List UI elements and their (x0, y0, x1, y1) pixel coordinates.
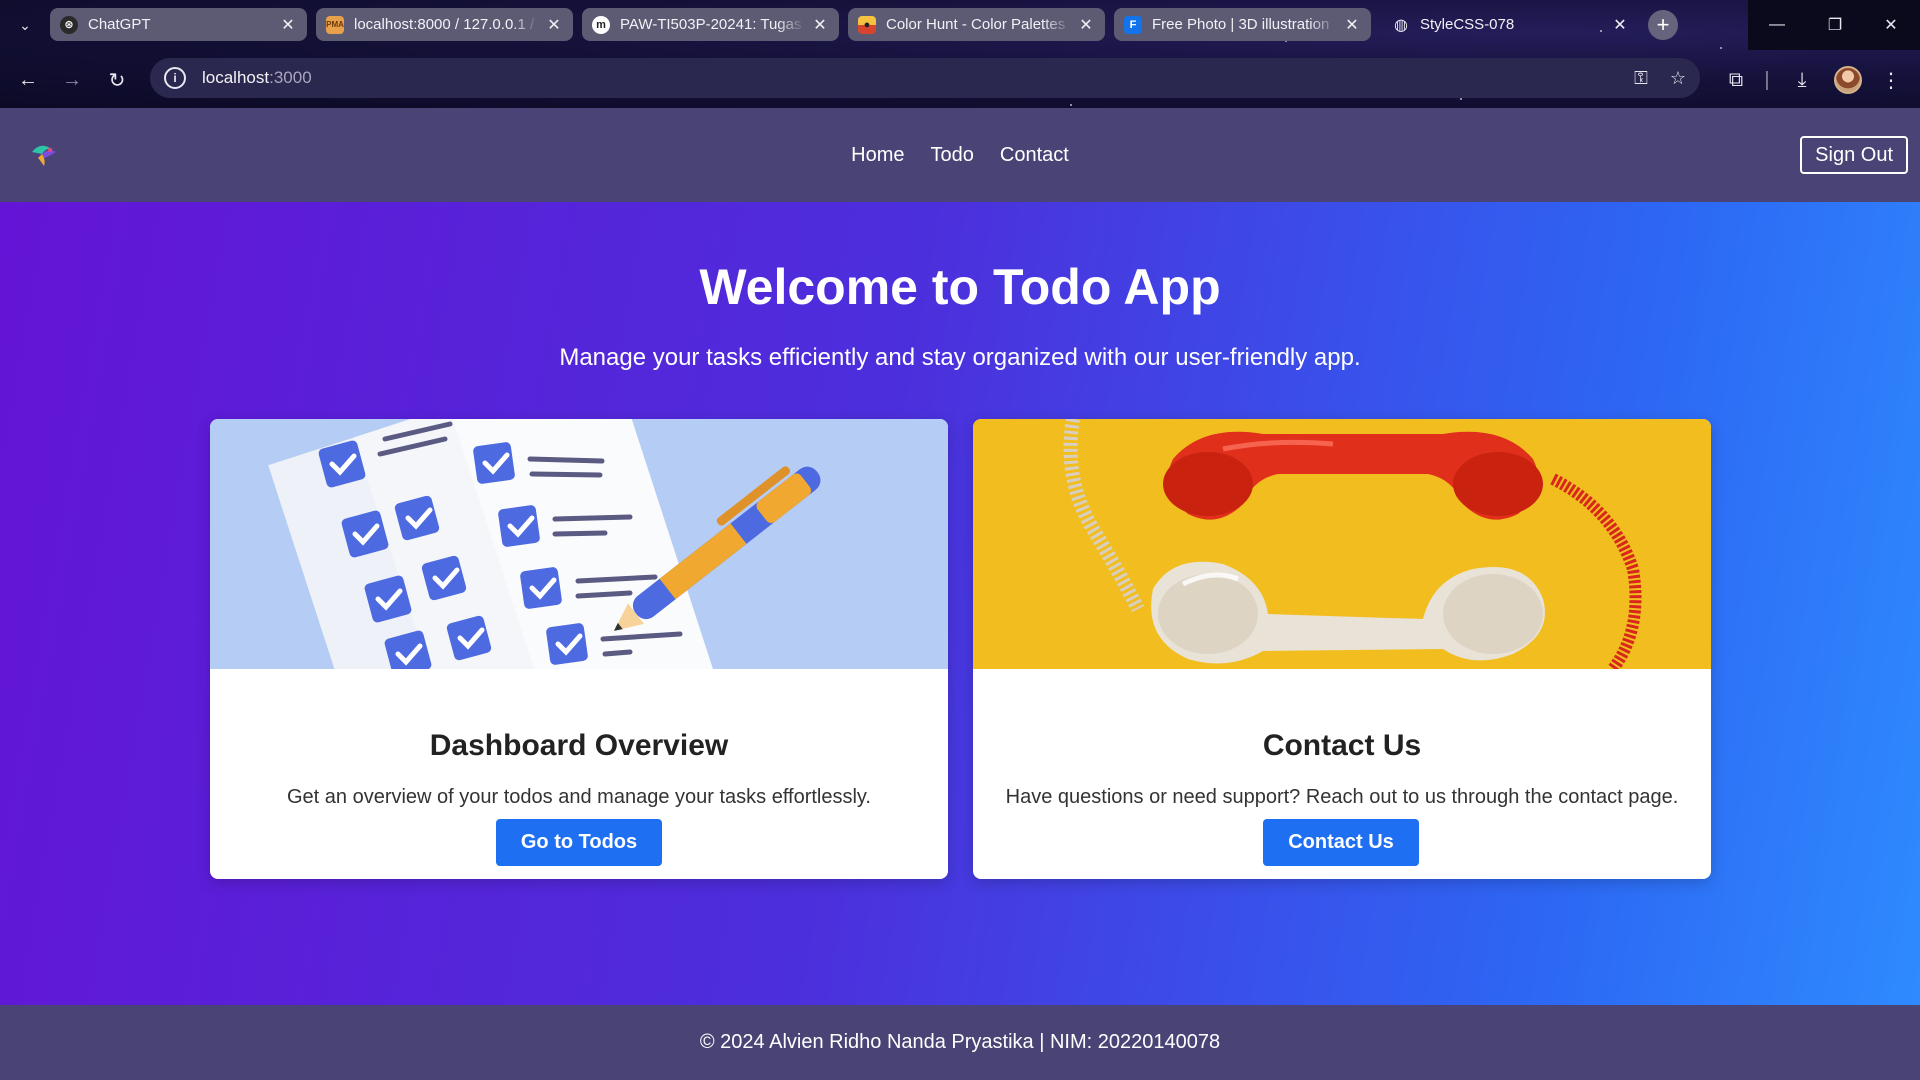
chatgpt-icon: ⊛ (60, 15, 78, 34)
browser-menu-icon[interactable]: ⋮ (1876, 62, 1906, 98)
web-page: Home Todo Contact Sign Out Welcome to To… (0, 108, 1920, 1080)
tab-strip: ⌄ ⊛ ChatGPT ✕ PMA localhost:8000 / 127.0… (0, 0, 1920, 50)
card-title: Dashboard Overview (429, 729, 729, 762)
minimize-icon[interactable]: — (1748, 0, 1806, 50)
close-tab-icon[interactable]: ✕ (1077, 15, 1095, 35)
go-to-todos-button[interactable]: Go to Todos (496, 819, 662, 866)
tab-title: localhost:8000 / 127.0.0.1 / (354, 16, 535, 33)
close-tab-icon[interactable]: ✕ (811, 15, 829, 35)
freepik-icon: F (1124, 15, 1142, 34)
nav-links: Home Todo Contact (0, 108, 1920, 202)
url-text[interactable]: localhost:3000 (202, 68, 312, 88)
nav-link-home[interactable]: Home (851, 144, 904, 167)
tab-freepik[interactable]: F Free Photo | 3D illustration ✕ (1114, 8, 1371, 41)
close-tab-icon[interactable]: ✕ (279, 15, 297, 35)
tab-chatgpt[interactable]: ⊛ ChatGPT ✕ (50, 8, 307, 41)
hero-section: Welcome to Todo App Manage your tasks ef… (0, 202, 1920, 1080)
hero-subtitle: Manage your tasks efficiently and stay o… (559, 344, 1361, 371)
nav-link-todo[interactable]: Todo (931, 144, 974, 167)
site-footer: © 2024 Alvien Ridho Nanda Pryastika | NI… (0, 1005, 1920, 1080)
address-bar[interactable]: i localhost:3000 ⚿ ☆ (150, 58, 1700, 98)
sign-out-button[interactable]: Sign Out (1800, 136, 1908, 174)
password-key-icon[interactable]: ⚿ (1634, 68, 1648, 89)
colorhunt-icon: ● (858, 15, 876, 34)
tab-title: ChatGPT (88, 16, 151, 33)
close-tab-icon[interactable]: ✕ (545, 15, 563, 35)
hero-title: Welcome to Todo App (699, 259, 1221, 315)
bookmark-star-icon[interactable]: ☆ (1670, 68, 1686, 89)
close-tab-icon[interactable]: ✕ (1343, 15, 1361, 35)
card-title: Contact Us (1262, 729, 1422, 762)
tab-title: StyleCSS-078 (1420, 16, 1515, 33)
site-info-icon[interactable]: i (164, 67, 186, 89)
tab-search-chevron-icon[interactable]: ⌄ (12, 12, 38, 38)
moodle-icon: m (592, 15, 610, 34)
back-icon[interactable]: ← (10, 62, 46, 98)
checklist-illustration (210, 419, 948, 669)
close-window-icon[interactable]: ✕ (1862, 0, 1920, 50)
nav-link-contact[interactable]: Contact (1000, 144, 1069, 167)
tab-colorhunt[interactable]: ● Color Hunt - Color Palettes ✕ (848, 8, 1105, 41)
globe-icon: ◍ (1394, 16, 1408, 34)
download-icon[interactable]: ⤓ (1784, 62, 1820, 98)
tab-phpmyadmin[interactable]: PMA localhost:8000 / 127.0.0.1 / ✕ (316, 8, 573, 41)
contact-us-button[interactable]: Contact Us (1263, 819, 1419, 866)
browser-toolbar: ← → ↻ i localhost:3000 ⚿ ☆ ⧉ | ⤓ ⋮ (0, 54, 1920, 102)
footer-copyright: © 2024 Alvien Ridho Nanda Pryastika | NI… (699, 1031, 1221, 1053)
dashboard-card: Dashboard Overview Get an overview of yo… (210, 419, 948, 879)
forward-icon[interactable]: → (54, 62, 90, 98)
tab-moodle[interactable]: m PAW-TI503P-20241: Tugas ✕ (582, 8, 839, 41)
extensions-icon[interactable]: ⧉ (1718, 62, 1754, 98)
tab-title: Color Hunt - Color Palettes (886, 16, 1066, 33)
tab-title: PAW-TI503P-20241: Tugas (620, 16, 802, 33)
browser-chrome: ⌄ ⊛ ChatGPT ✕ PMA localhost:8000 / 127.0… (0, 0, 1920, 108)
telephone-photo (973, 419, 1711, 669)
card-description: Get an overview of your todos and manage… (286, 786, 871, 808)
close-tab-icon[interactable]: ✕ (1611, 15, 1629, 35)
contact-card: Contact Us Have questions or need suppor… (973, 419, 1711, 879)
site-navbar: Home Todo Contact Sign Out (0, 108, 1920, 202)
tab-title: Free Photo | 3D illustration (1152, 16, 1330, 33)
phpmyadmin-icon: PMA (326, 15, 344, 34)
tab-stylecss-active[interactable]: ◍ StyleCSS-078 ✕ (1382, 8, 1639, 41)
card-description: Have questions or need support? Reach ou… (1005, 786, 1679, 808)
reload-icon[interactable]: ↻ (99, 62, 135, 98)
new-tab-button[interactable]: + (1648, 10, 1678, 40)
restore-icon[interactable]: ❐ (1806, 0, 1864, 50)
profile-avatar[interactable] (1834, 66, 1862, 94)
toolbar-divider: | (1764, 68, 1770, 91)
